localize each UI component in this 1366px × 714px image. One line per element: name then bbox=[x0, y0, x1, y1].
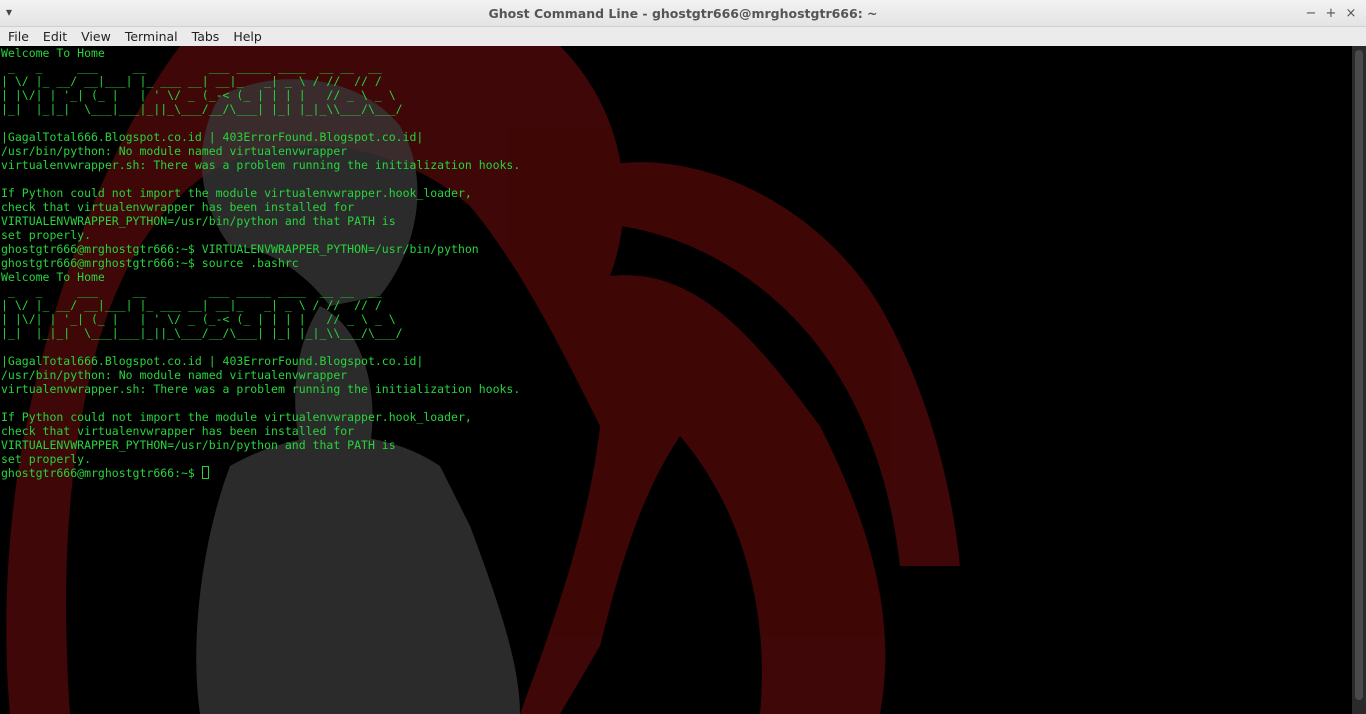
menu-help[interactable]: Help bbox=[226, 27, 269, 46]
title-bar: ▾ Ghost Command Line - ghostgtr666@mrgho… bbox=[0, 0, 1366, 27]
scrollbar-thumb[interactable] bbox=[1355, 50, 1363, 700]
close-icon[interactable]: × bbox=[1342, 4, 1360, 22]
scrollbar[interactable] bbox=[1352, 46, 1366, 714]
terminal-line: VIRTUALENVWRAPPER_PYTHON=/usr/bin/python… bbox=[1, 214, 396, 228]
terminal-line: |_| |_|_| \___|___|_||_\___/__/\___| |_|… bbox=[1, 102, 403, 116]
terminal-line: Welcome To Home bbox=[1, 270, 105, 284]
terminal-line: _ _ ___ __ ___ _____ ____ __ __ __ bbox=[1, 60, 389, 74]
window-controls: − + × bbox=[1302, 4, 1360, 22]
terminal-line: If Python could not import the module vi… bbox=[1, 186, 472, 200]
minimize-icon[interactable]: − bbox=[1302, 4, 1320, 22]
terminal-line: VIRTUALENVWRAPPER_PYTHON=/usr/bin/python… bbox=[1, 438, 396, 452]
terminal-line: ghostgtr666@mrghostgtr666:~$ VIRTUALENVW… bbox=[1, 242, 479, 256]
terminal-line: set properly. bbox=[1, 452, 92, 466]
terminal-area[interactable]: Welcome To Home _ _ ___ __ ___ _____ ___… bbox=[0, 46, 1352, 714]
terminal-line: /usr/bin/python: No module named virtual… bbox=[1, 368, 348, 382]
maximize-icon[interactable]: + bbox=[1322, 4, 1340, 22]
window-title: Ghost Command Line - ghostgtr666@mrghost… bbox=[488, 6, 878, 21]
terminal-line: | |\/| | '_| (_ | | ' \/ _ (_-< (_ | | |… bbox=[1, 88, 396, 102]
menu-tabs[interactable]: Tabs bbox=[185, 27, 227, 46]
terminal-line: ghostgtr666@mrghostgtr666:~$ source .bas… bbox=[1, 256, 299, 270]
menu-edit[interactable]: Edit bbox=[36, 27, 74, 46]
terminal-line: |GagalTotal666.Blogspot.co.id | 403Error… bbox=[1, 354, 424, 368]
terminal-output: Welcome To Home _ _ ___ __ ___ _____ ___… bbox=[1, 46, 520, 480]
menu-bar: File Edit View Terminal Tabs Help bbox=[0, 27, 1366, 46]
menu-terminal[interactable]: Terminal bbox=[118, 27, 185, 46]
terminal-line: check that virtualenvwrapper has been in… bbox=[1, 200, 355, 214]
terminal-line: | \/ |_ __/ __|___| |_ ___ __| __|_ _| _… bbox=[1, 74, 389, 88]
terminal-line: virtualenvwrapper.sh: There was a proble… bbox=[1, 382, 521, 396]
terminal-line: | \/ |_ __/ __|___| |_ ___ __| __|_ _| _… bbox=[1, 298, 389, 312]
text-cursor[interactable] bbox=[201, 466, 209, 479]
terminal-line: virtualenvwrapper.sh: There was a proble… bbox=[1, 158, 521, 172]
terminal-line: Welcome To Home bbox=[1, 46, 105, 60]
terminal-line: | |\/| | '_| (_ | | ' \/ _ (_-< (_ | | |… bbox=[1, 312, 396, 326]
terminal-line: set properly. bbox=[1, 228, 92, 242]
terminal-line: check that virtualenvwrapper has been in… bbox=[1, 424, 355, 438]
menu-view[interactable]: View bbox=[74, 27, 118, 46]
menu-file[interactable]: File bbox=[0, 27, 36, 46]
terminal-line: _ _ ___ __ ___ _____ ____ __ __ __ bbox=[1, 284, 389, 298]
terminal-line: /usr/bin/python: No module named virtual… bbox=[1, 144, 348, 158]
terminal-line: |_| |_|_| \___|___|_||_\___/__/\___| |_|… bbox=[1, 326, 403, 340]
terminal-line: If Python could not import the module vi… bbox=[1, 410, 472, 424]
prompt: ghostgtr666@mrghostgtr666:~$ bbox=[1, 466, 202, 480]
terminal-line: |GagalTotal666.Blogspot.co.id | 403Error… bbox=[1, 130, 424, 144]
